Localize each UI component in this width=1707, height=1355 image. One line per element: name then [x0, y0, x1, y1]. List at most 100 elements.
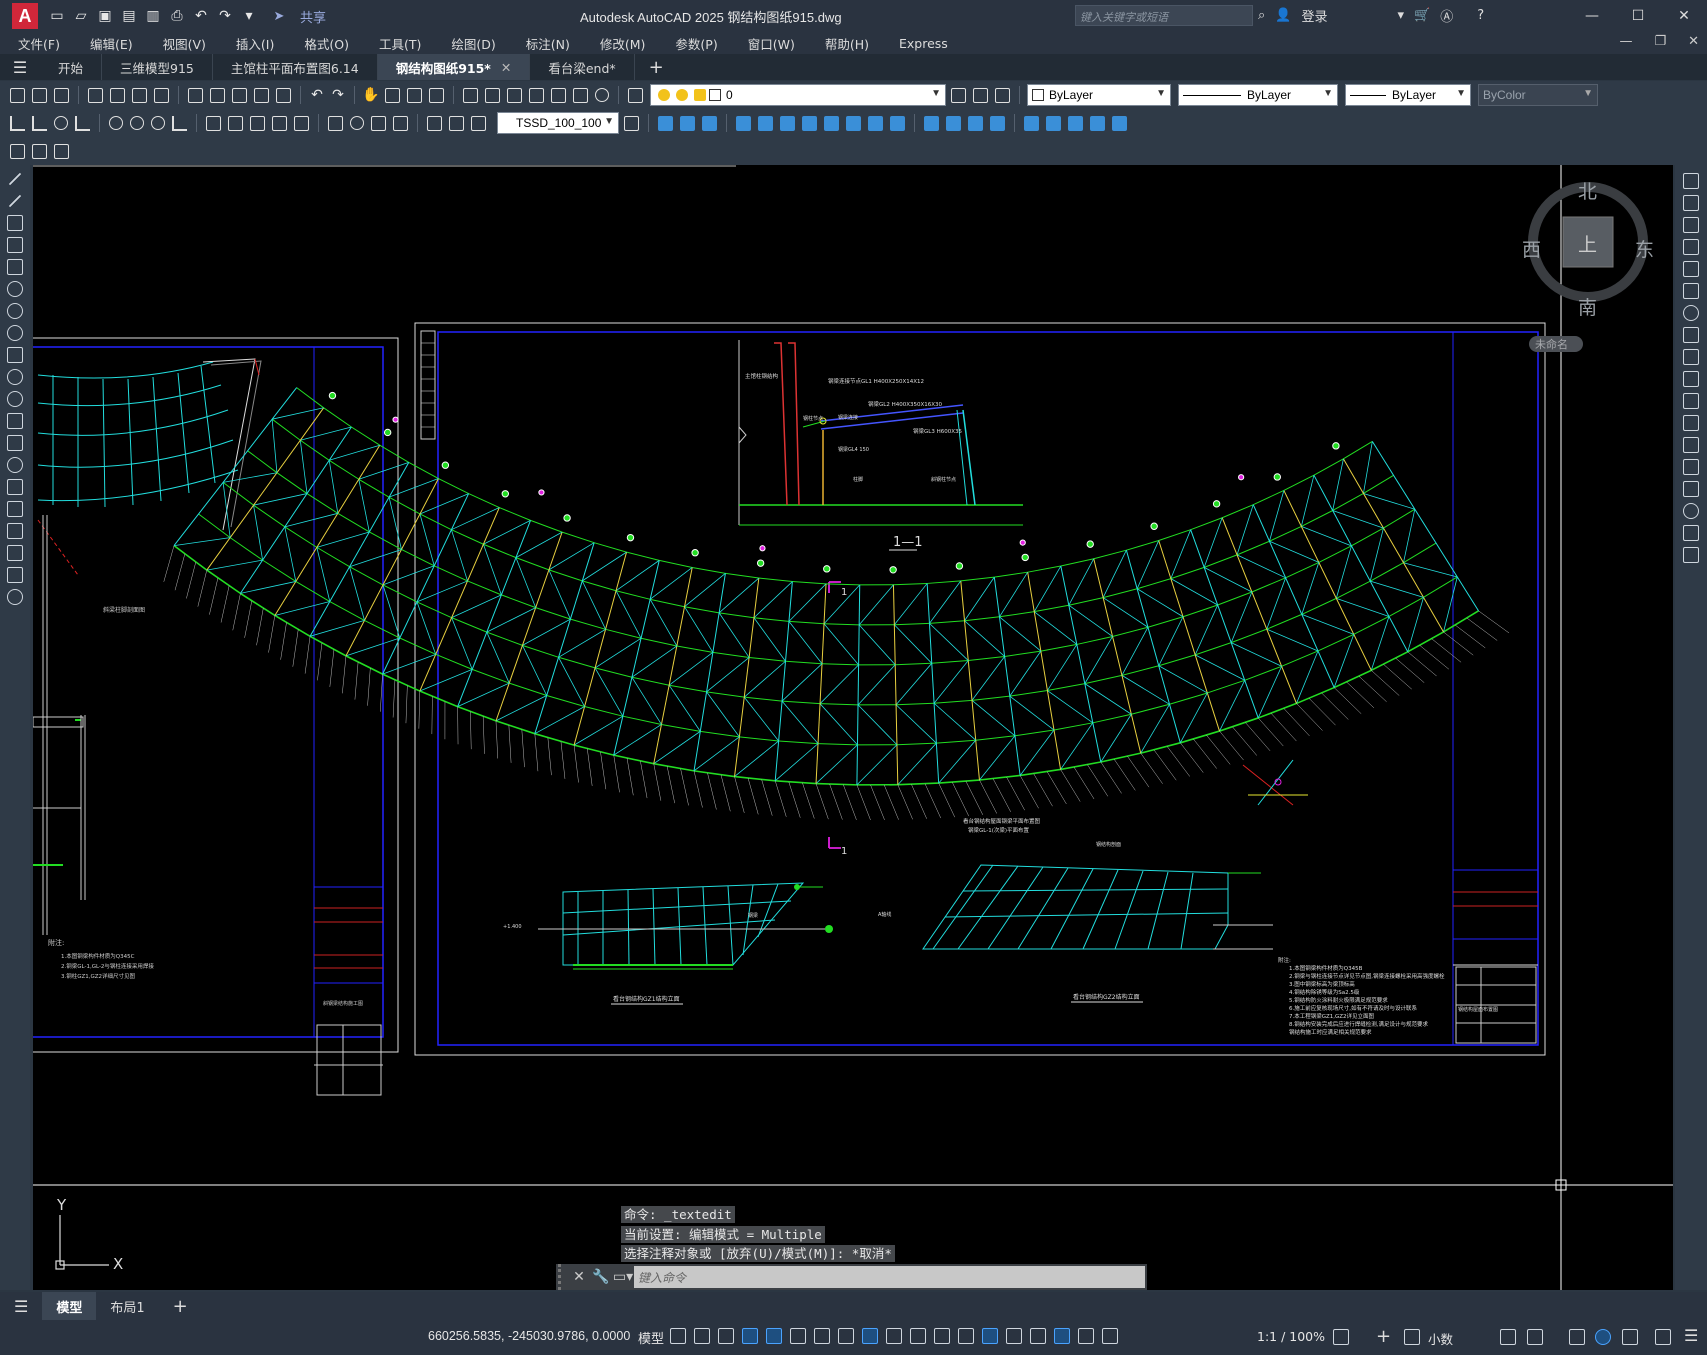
redo-tb-icon[interactable]: ↷: [329, 86, 347, 104]
arc-length-icon[interactable]: [54, 116, 68, 130]
multiline-text-icon[interactable]: [7, 567, 23, 583]
search-input[interactable]: 键入关键字或短语: [1075, 5, 1253, 26]
calculator-icon[interactable]: [573, 87, 588, 103]
lineweight-icon[interactable]: [886, 1328, 902, 1344]
delete-faces-icon[interactable]: [802, 115, 817, 131]
minimize-icon[interactable]: —: [1569, 0, 1615, 32]
layer-dropdown[interactable]: 0 ▼: [650, 84, 946, 106]
center-mark-icon[interactable]: [350, 116, 364, 130]
drawing-canvas[interactable]: 斜梁柱脚剖面图 附注: 1.本图钢梁构件材质为Q345C 2.钢梁GL-1,GL…: [33, 165, 1673, 1290]
paste-icon[interactable]: [232, 87, 247, 103]
qnew-icon[interactable]: [10, 87, 25, 103]
offset-icon[interactable]: [1683, 239, 1699, 255]
hardware-acceleration-icon[interactable]: [1595, 1329, 1611, 1345]
selection-filter-icon[interactable]: [1006, 1328, 1022, 1344]
customize-dropdown-icon[interactable]: ▾: [240, 7, 258, 25]
tab-3d-model[interactable]: 三维模型915: [102, 54, 213, 80]
publish-icon[interactable]: ▥: [144, 7, 162, 25]
menu-file[interactable]: 文件(F): [18, 34, 60, 53]
dimstyle-manager-icon[interactable]: [624, 115, 639, 131]
offset-faces-icon[interactable]: [780, 115, 795, 131]
dim-break-icon[interactable]: [294, 115, 309, 131]
menu-insert[interactable]: 插入(I): [236, 34, 274, 53]
save-tb-icon[interactable]: [54, 87, 69, 103]
dim-text-edit-icon[interactable]: [449, 115, 464, 131]
pan-icon[interactable]: ✋: [362, 86, 380, 104]
add-selected-icon[interactable]: [7, 589, 23, 605]
autodesk-account-icon[interactable]: Ⓐ: [1440, 6, 1453, 25]
doc-restore-icon[interactable]: ❐: [1654, 34, 1666, 49]
units-value[interactable]: 小数: [1428, 1329, 1453, 1348]
chamfer-icon[interactable]: [1683, 481, 1699, 497]
region-icon[interactable]: [7, 523, 23, 539]
rotate-faces-icon[interactable]: [824, 115, 839, 131]
wcs-menu[interactable]: 未命名: [1529, 336, 1583, 352]
polygon-icon[interactable]: [7, 237, 23, 253]
fullscreen-icon[interactable]: [1655, 1329, 1671, 1345]
units-icon[interactable]: [1404, 1329, 1420, 1345]
color-faces-icon[interactable]: [890, 115, 905, 131]
plot-icon[interactable]: ⎙: [168, 7, 186, 25]
gizmo-icon[interactable]: [1030, 1328, 1046, 1344]
autocad-logo[interactable]: A: [12, 3, 38, 29]
baseline-dim-icon[interactable]: [228, 115, 243, 131]
model-space-toggle[interactable]: 模型: [638, 1328, 664, 1347]
user-icon[interactable]: 👤: [1275, 8, 1291, 23]
linear-dim-icon[interactable]: [10, 115, 25, 131]
color-dropdown[interactable]: ByLayer ▼: [1027, 84, 1171, 106]
cut-icon[interactable]: [188, 87, 203, 103]
spline-icon[interactable]: [7, 347, 23, 363]
zoom-window-icon[interactable]: [407, 87, 422, 103]
menu-view[interactable]: 视图(V): [163, 34, 206, 53]
hamburger-menu-icon[interactable]: ☰: [0, 58, 40, 77]
angular-dim-icon[interactable]: [172, 115, 187, 131]
lineweight-dropdown[interactable]: ByLayer ▼: [1345, 84, 1471, 106]
copy-object-icon[interactable]: [1683, 195, 1699, 211]
plot-preview-icon[interactable]: [110, 87, 125, 103]
cursor-coordinates[interactable]: 660256.5835, -245030.9786, 0.0000: [428, 1329, 630, 1343]
share-icon[interactable]: ➤: [270, 7, 288, 25]
insert-block-icon[interactable]: [7, 413, 23, 429]
mirror-icon[interactable]: [1683, 217, 1699, 233]
grid-icon[interactable]: [670, 1328, 686, 1344]
match-properties-icon[interactable]: [254, 87, 269, 103]
layer-properties-icon[interactable]: [628, 87, 643, 103]
dim-update-icon[interactable]: [471, 115, 486, 131]
color-edges-icon[interactable]: [1090, 115, 1105, 131]
break-icon[interactable]: [1683, 437, 1699, 453]
menu-modify[interactable]: 修改(M): [600, 34, 646, 53]
move-faces-icon[interactable]: [758, 115, 773, 131]
aligned-dim-icon[interactable]: [32, 115, 47, 131]
tab-column-plan[interactable]: 主馆柱平面布置图6.14: [213, 54, 378, 80]
menu-draw[interactable]: 绘图(D): [451, 34, 495, 53]
fillet-icon[interactable]: [1683, 503, 1699, 519]
make-block-icon[interactable]: [7, 435, 23, 451]
viewcube-west[interactable]: 西: [1522, 235, 1541, 262]
snap-icon[interactable]: [694, 1328, 710, 1344]
3d-osnap-icon[interactable]: [958, 1328, 974, 1344]
ortho-icon[interactable]: [766, 1328, 782, 1344]
help-tb-icon[interactable]: [595, 88, 609, 102]
tab-start[interactable]: 开始: [40, 54, 103, 80]
publish-tb-icon[interactable]: [132, 87, 147, 103]
move-icon[interactable]: [1683, 283, 1699, 299]
extend-icon[interactable]: [1683, 393, 1699, 409]
layer-previous-icon[interactable]: [973, 87, 988, 103]
doc-close-icon[interactable]: ✕: [1688, 34, 1699, 49]
menu-dimension[interactable]: 标注(N): [526, 34, 570, 53]
viewcube-north[interactable]: 北: [1578, 177, 1597, 204]
copy-icon[interactable]: [210, 87, 225, 103]
extract-edges-icon[interactable]: [1046, 115, 1061, 131]
properties-icon[interactable]: [463, 87, 478, 103]
command-grip-handle[interactable]: [558, 1264, 568, 1290]
3d-dwf-icon[interactable]: [154, 87, 169, 103]
viewcube-south[interactable]: 南: [1578, 293, 1597, 320]
shell-icon[interactable]: [990, 115, 1005, 131]
copy-faces-icon[interactable]: [868, 115, 883, 131]
add-layout-plus-icon[interactable]: +: [159, 1292, 202, 1320]
close-command-icon[interactable]: ✕: [568, 1269, 590, 1285]
auto-scale-icon[interactable]: [1078, 1328, 1094, 1344]
zoom-previous-icon[interactable]: [429, 87, 444, 103]
scale-icon[interactable]: [1683, 327, 1699, 343]
login-button[interactable]: 登录: [1301, 6, 1327, 25]
